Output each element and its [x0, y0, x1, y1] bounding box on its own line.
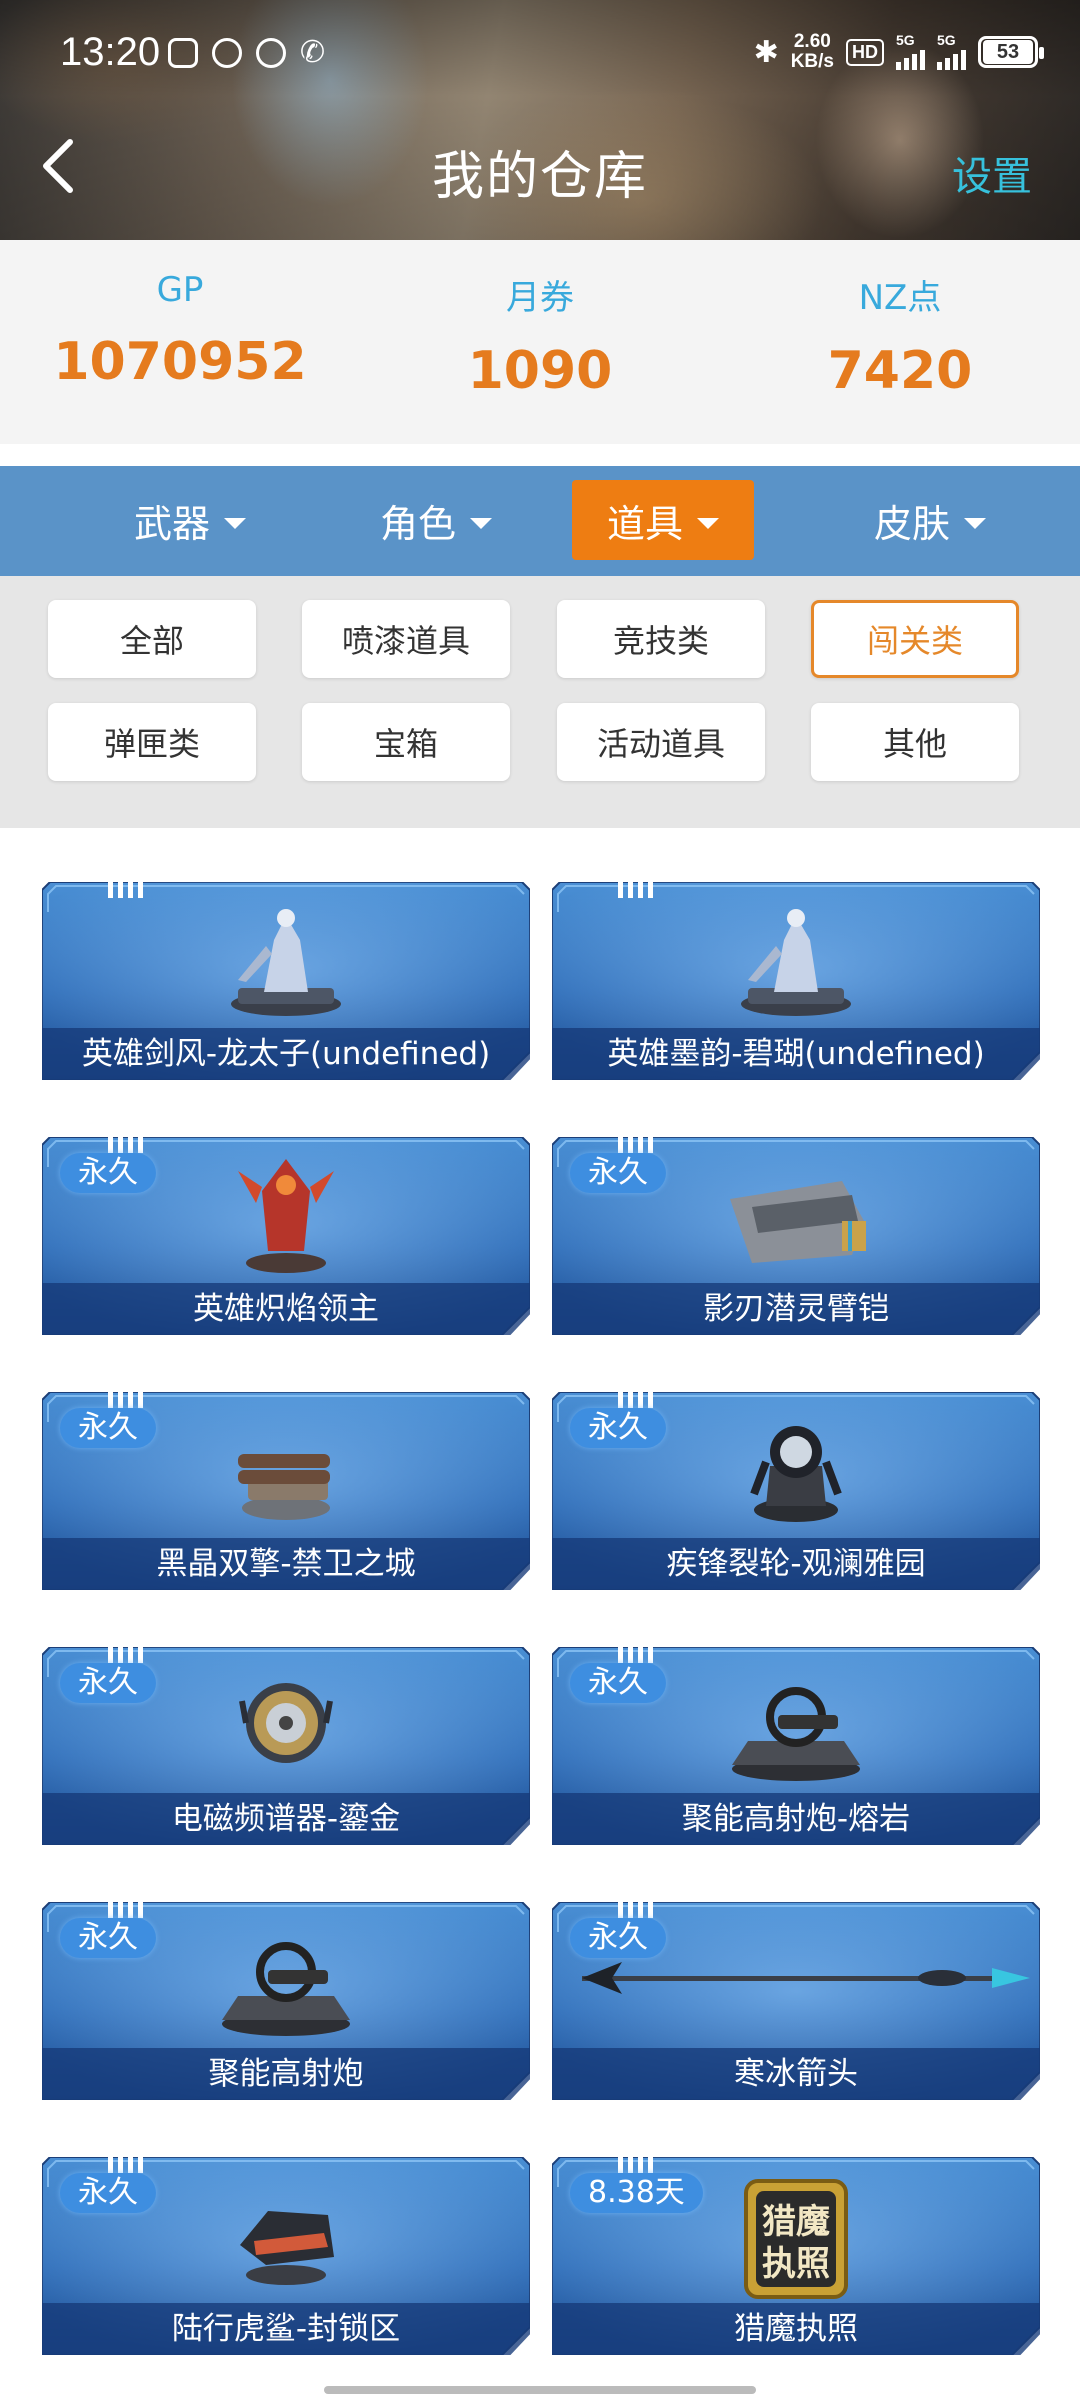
filter-all[interactable]: 全部 — [48, 600, 256, 678]
net-speed-unit: KB/s — [790, 51, 834, 72]
duration-badge: 永久 — [60, 2173, 156, 2213]
bluetooth-icon: ✱ — [753, 34, 779, 70]
settings-button[interactable]: 设置 — [952, 144, 1032, 202]
duration-badge: 永久 — [60, 1153, 156, 1193]
currency-value: 7420 — [827, 341, 973, 401]
tab-label: 武器 — [133, 501, 210, 546]
item-card-shadow-gauntlet[interactable]: 影刃潜灵臂铠 永久 — [552, 1137, 1040, 1335]
duration-badge: 8.38天 — [570, 2173, 703, 2213]
page-title: 我的仓库 — [431, 147, 648, 207]
signal-2-label: 5G — [937, 32, 956, 48]
status-bar: 13:20 ✆ ✱ 2.60 KB/s HD 5G 5G 53 — [0, 0, 1080, 110]
currency-label: 月券 — [506, 278, 574, 318]
item-name: 聚能高射炮 — [42, 2048, 530, 2100]
item-name: 英雄墨韵-碧瑚(undefined) — [552, 1028, 1040, 1080]
filter-panel: 全部 喷漆道具 竞技类 闯关类 弹匣类 宝箱 活动道具 其他 — [0, 576, 1080, 828]
item-card-land-tiger-shark[interactable]: 陆行虎鲨-封锁区 永久 — [42, 2157, 530, 2355]
item-name: 英雄剑风-龙太子(undefined) — [42, 1028, 530, 1080]
tab-weapons[interactable]: 武器 — [110, 480, 270, 560]
currency-label: GP — [156, 270, 204, 310]
item-name: 影刃潜灵臂铠 — [552, 1283, 1040, 1335]
duration-badge: 永久 — [570, 1918, 666, 1958]
item-card-hunter-license[interactable]: 猎魔 执照 猎魔执照 8.38天 — [552, 2157, 1040, 2355]
dropdown-arrow-icon — [697, 517, 719, 529]
net-speed: 2.60 KB/s — [791, 32, 834, 72]
item-name: 电磁频谱器-鎏金 — [42, 1793, 530, 1845]
hd-badge: HD — [846, 38, 884, 66]
signal-1-label: 5G — [896, 32, 915, 48]
net-speed-value: 2.60 — [793, 31, 831, 52]
filter-competitive[interactable]: 竞技类 — [557, 600, 765, 678]
filter-chest[interactable]: 宝箱 — [302, 703, 510, 781]
tab-items[interactable]: 道具 — [572, 480, 754, 560]
status-time: 13:20 — [60, 30, 161, 74]
filter-event-items[interactable]: 活动道具 — [557, 703, 765, 781]
filter-spray[interactable]: 喷漆道具 — [302, 600, 510, 678]
dropdown-arrow-icon — [470, 517, 492, 529]
dropdown-arrow-icon — [964, 517, 986, 529]
tab-label: 角色 — [379, 501, 456, 546]
battery-level: 53 — [983, 40, 1033, 64]
item-name: 英雄炽焰领主 — [42, 1283, 530, 1335]
item-card-em-spectrum-gold[interactable]: 电磁频谱器-鎏金 永久 — [42, 1647, 530, 1845]
item-name: 疾锋裂轮-观澜雅园 — [552, 1538, 1040, 1590]
currency-nz-points: NZ点 7420 — [720, 240, 1080, 401]
signal-1-icon: 5G — [896, 32, 925, 70]
currency-voucher: 月券 1090 — [360, 240, 720, 401]
currency-value: 1070952 — [53, 332, 307, 392]
item-card-hero-flame-lord[interactable]: 英雄炽焰领主 永久 — [42, 1137, 530, 1335]
item-name: 聚能高射炮-熔岩 — [552, 1793, 1040, 1845]
currency-gp: GP 1070952 — [0, 240, 360, 392]
battery-icon: 53 — [978, 36, 1044, 68]
category-tabs: 武器 角色 道具 皮肤 — [0, 466, 1080, 576]
item-card-black-crystal-twin[interactable]: 黑晶双擎-禁卫之城 永久 — [42, 1392, 530, 1590]
svg-text:猎魔: 猎魔 — [762, 2202, 830, 2242]
hero-statue-icon — [552, 896, 1040, 1026]
game-controller-icon — [168, 38, 198, 68]
duration-badge: 永久 — [60, 1918, 156, 1958]
currency-value: 1090 — [467, 341, 613, 401]
item-card-ice-arrow[interactable]: 寒冰箭头 永久 — [552, 1902, 1040, 2100]
item-name: 猎魔执照 — [552, 2303, 1040, 2355]
call-icon: ✆ — [300, 35, 326, 70]
item-card-hero-moyun[interactable]: 英雄墨韵-碧瑚(undefined) — [552, 882, 1040, 1080]
home-indicator[interactable] — [324, 2386, 756, 2394]
item-card-plasma-aa[interactable]: 聚能高射炮 永久 — [42, 1902, 530, 2100]
filter-other[interactable]: 其他 — [811, 703, 1019, 781]
currency-label: NZ点 — [858, 278, 942, 318]
status-right-group: ✱ 2.60 KB/s HD 5G 5G 53 — [753, 32, 1044, 72]
signal-2-icon: 5G — [937, 32, 966, 70]
duration-badge: 永久 — [60, 1408, 156, 1448]
item-card-hero-jianfeng[interactable]: 英雄剑风-龙太子(undefined) — [42, 882, 530, 1080]
tab-characters[interactable]: 角色 — [356, 480, 516, 560]
dropdown-arrow-icon — [224, 517, 246, 529]
tab-skins[interactable]: 皮肤 — [850, 480, 1010, 560]
item-card-swift-wheel[interactable]: 疾锋裂轮-观澜雅园 永久 — [552, 1392, 1040, 1590]
hero-statue-icon — [42, 896, 530, 1026]
item-card-plasma-aa-lava[interactable]: 聚能高射炮-熔岩 永久 — [552, 1647, 1040, 1845]
item-name: 黑晶双擎-禁卫之城 — [42, 1538, 530, 1590]
header-banner: 13:20 ✆ ✱ 2.60 KB/s HD 5G 5G 53 我的仓库 设置 — [0, 0, 1080, 240]
svg-text:执照: 执照 — [762, 2244, 830, 2284]
tab-label: 皮肤 — [873, 501, 950, 546]
sync-icon — [212, 38, 242, 68]
currency-panel: GP 1070952 月券 1090 NZ点 7420 — [0, 240, 1080, 444]
duration-badge: 永久 — [570, 1153, 666, 1193]
tab-label: 道具 — [606, 501, 683, 546]
duration-badge: 永久 — [60, 1663, 156, 1703]
duration-badge: 永久 — [570, 1408, 666, 1448]
notification-icons: ✆ — [168, 38, 325, 68]
play-icon — [256, 38, 286, 68]
duration-badge: 永久 — [570, 1663, 666, 1703]
item-name: 陆行虎鲨-封锁区 — [42, 2303, 530, 2355]
item-name: 寒冰箭头 — [552, 2048, 1040, 2100]
filter-challenge[interactable]: 闯关类 — [811, 600, 1019, 678]
filter-magazine[interactable]: 弹匣类 — [48, 703, 256, 781]
